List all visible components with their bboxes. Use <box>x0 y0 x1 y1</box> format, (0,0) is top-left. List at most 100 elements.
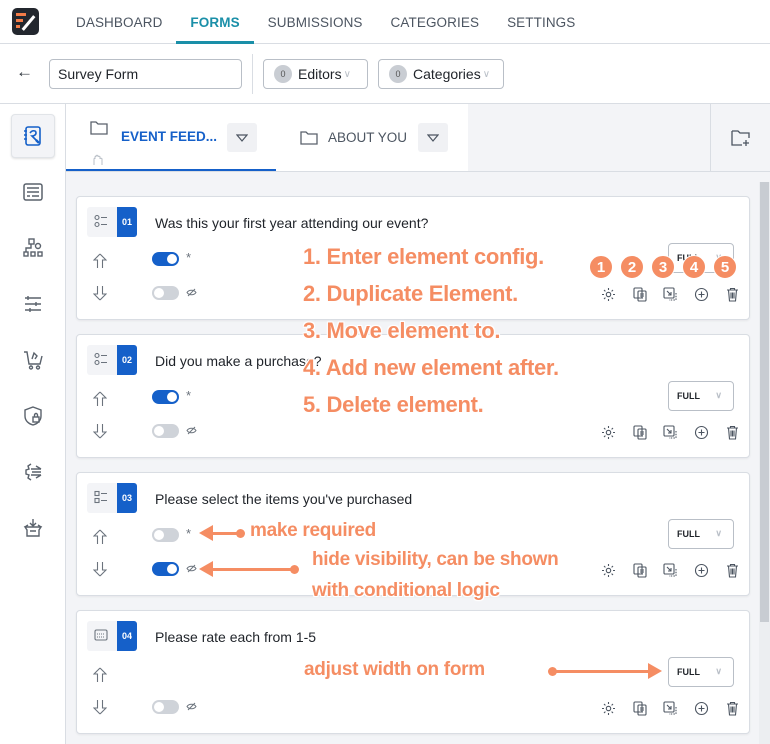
settings-gear-icon[interactable] <box>593 423 624 441</box>
move-to-icon[interactable] <box>655 285 686 303</box>
element-question[interactable]: Did you make a purchase? <box>155 353 322 369</box>
form-element-card[interactable]: 03 Please select the items you've purchas… <box>76 472 750 596</box>
move-to-icon[interactable] <box>655 561 686 579</box>
move-up-arrow-icon[interactable] <box>92 253 108 274</box>
required-toggle[interactable] <box>152 252 179 266</box>
shield-lock-icon[interactable] <box>11 394 55 438</box>
move-to-icon[interactable] <box>655 699 686 717</box>
folder-icon <box>300 131 318 145</box>
element-question[interactable]: Please rate each from 1-5 <box>155 629 316 645</box>
trash-icon[interactable] <box>717 699 748 717</box>
scrollbar-thumb[interactable] <box>760 182 769 622</box>
element-question[interactable]: Please select the items you've purchased <box>155 491 412 507</box>
move-down-arrow-icon[interactable] <box>92 285 108 306</box>
triangle-down-icon <box>236 133 248 142</box>
cart-icon[interactable] <box>11 338 55 382</box>
width-value: FULL <box>677 667 700 677</box>
move-down-arrow-icon[interactable] <box>92 423 108 444</box>
categories-count: 0 <box>389 65 407 83</box>
trash-icon[interactable] <box>717 285 748 303</box>
settings-gear-icon[interactable] <box>593 561 624 579</box>
required-asterisk: * <box>186 526 192 541</box>
choice-type-icon <box>94 214 108 233</box>
duplicate-icon[interactable] <box>624 561 655 579</box>
required-toggle[interactable] <box>152 528 179 542</box>
element-type-badge[interactable]: 01 <box>87 207 137 237</box>
add-page-button[interactable] <box>710 104 770 171</box>
integrations-icon[interactable] <box>11 450 55 494</box>
element-question[interactable]: Was this your first year attending our e… <box>155 215 428 231</box>
triangle-down-icon <box>427 133 439 142</box>
width-select[interactable]: FULL ∨ <box>668 657 734 687</box>
hidden-toggle[interactable] <box>152 700 179 714</box>
tab-dropdown-button[interactable] <box>227 123 257 152</box>
annotation-arrow-head <box>648 663 662 679</box>
move-to-icon[interactable] <box>655 423 686 441</box>
element-number: 03 <box>117 483 137 513</box>
element-actions <box>593 699 748 717</box>
nav-settings[interactable]: SETTINGS <box>493 0 589 44</box>
workflow-settings-icon[interactable] <box>11 226 55 270</box>
annotation-hide-visibility-line2: with conditional logic <box>312 580 500 601</box>
box-import-icon[interactable] <box>11 506 55 550</box>
nav-submissions[interactable]: SUBMISSIONS <box>254 0 377 44</box>
nav-dashboard[interactable]: DASHBOARD <box>62 0 176 44</box>
eye-off-icon <box>186 561 197 576</box>
editors-dropdown[interactable]: 0 Editors ∨ <box>263 59 368 89</box>
chevron-down-icon: ∨ <box>343 68 351 80</box>
width-value: FULL <box>677 529 700 539</box>
move-up-arrow-icon[interactable] <box>92 529 108 550</box>
required-toggle[interactable] <box>152 390 179 404</box>
add-after-icon[interactable] <box>686 561 717 579</box>
nav-forms[interactable]: FORMS <box>176 0 254 44</box>
element-type-badge[interactable]: 02 <box>87 345 137 375</box>
drag-hand-icon[interactable] <box>92 154 106 166</box>
element-number: 02 <box>117 345 137 375</box>
hidden-toggle[interactable] <box>152 424 179 438</box>
nav-categories[interactable]: CATEGORIES <box>377 0 494 44</box>
width-select[interactable]: FULL ∨ <box>668 381 734 411</box>
tab-label: EVENT FEED... <box>121 129 218 144</box>
form-editor-icon[interactable] <box>11 114 55 158</box>
annotation-action-3: 3. Move element to. <box>303 318 501 343</box>
settings-gear-icon[interactable] <box>593 285 624 303</box>
element-type-badge[interactable]: 04 <box>87 621 137 651</box>
hidden-toggle[interactable] <box>152 562 179 576</box>
duplicate-icon[interactable] <box>624 285 655 303</box>
annotation-action-2: 2. Duplicate Element. <box>303 281 518 306</box>
tab-dropdown-button[interactable] <box>418 123 448 152</box>
eye-off-icon <box>186 699 197 714</box>
app-logo[interactable] <box>12 8 39 35</box>
move-up-arrow-icon[interactable] <box>92 391 108 412</box>
duplicate-icon[interactable] <box>624 699 655 717</box>
categories-dropdown[interactable]: 0 Categories ∨ <box>378 59 504 89</box>
eye-off-icon <box>186 285 197 300</box>
hidden-toggle[interactable] <box>152 286 179 300</box>
move-up-arrow-icon[interactable] <box>92 667 108 688</box>
layout-icon[interactable] <box>11 170 55 214</box>
chevron-down-icon: ∨ <box>715 390 722 400</box>
add-after-icon[interactable] <box>686 699 717 717</box>
annotation-action-5: 5. Delete element. <box>303 392 484 417</box>
trash-icon[interactable] <box>717 561 748 579</box>
add-after-icon[interactable] <box>686 285 717 303</box>
element-actions <box>593 561 748 579</box>
folder-plus-icon <box>730 129 750 146</box>
chevron-down-icon: ∨ <box>715 528 722 538</box>
page-tabs-bar: EVENT FEED... ABOUT YOU <box>66 104 770 172</box>
annotation-action-1: 1. Enter element config. <box>303 244 544 269</box>
form-title-input[interactable] <box>49 59 242 89</box>
duplicate-icon[interactable] <box>624 423 655 441</box>
trash-icon[interactable] <box>717 423 748 441</box>
move-down-arrow-icon[interactable] <box>92 699 108 720</box>
sliders-icon[interactable] <box>11 282 55 326</box>
element-type-badge[interactable]: 03 <box>87 483 137 513</box>
annotation-badge-3: 3 <box>651 255 675 279</box>
annotation-arrow-line <box>552 670 652 673</box>
settings-gear-icon[interactable] <box>593 699 624 717</box>
add-after-icon[interactable] <box>686 423 717 441</box>
element-number: 01 <box>117 207 137 237</box>
move-down-arrow-icon[interactable] <box>92 561 108 582</box>
width-select[interactable]: FULL ∨ <box>668 519 734 549</box>
back-arrow-icon[interactable]: ← <box>16 62 33 82</box>
